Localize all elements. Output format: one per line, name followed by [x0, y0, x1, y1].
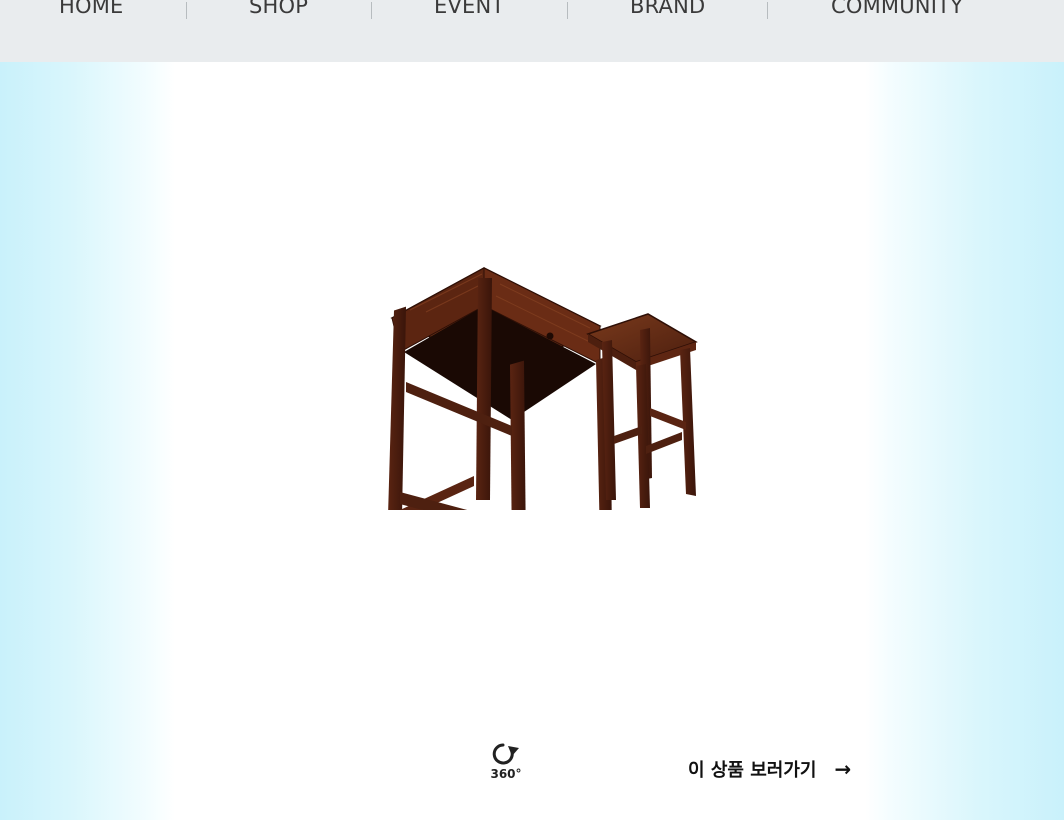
nav-community[interactable]: COMMUNITY [831, 0, 963, 18]
desk-and-stool-image[interactable] [370, 200, 710, 510]
rotate-360-label: 360° [490, 767, 522, 781]
nav-divider [567, 2, 568, 19]
view-product-label: 이 상품 보러가기 [688, 760, 817, 781]
nav-divider [767, 2, 768, 19]
view-product-link[interactable]: 이 상품 보러가기 → [688, 755, 851, 783]
nav-shop[interactable]: SHOP [249, 0, 308, 18]
nav-event[interactable]: EVENT [434, 0, 504, 18]
nav-home[interactable]: HOME [59, 0, 124, 18]
page: HOME SHOP EVENT BRAND COMMUNITY 360° 이 상… [0, 0, 1064, 820]
nav-divider [371, 2, 372, 19]
nav-brand[interactable]: BRAND [630, 0, 705, 18]
rotate-360-icon [492, 743, 519, 765]
top-navigation: HOME SHOP EVENT BRAND COMMUNITY [0, 0, 1064, 62]
nav-divider [186, 2, 187, 19]
arrow-right-icon: → [834, 757, 852, 781]
rotate-360-button[interactable]: 360° [486, 742, 526, 784]
